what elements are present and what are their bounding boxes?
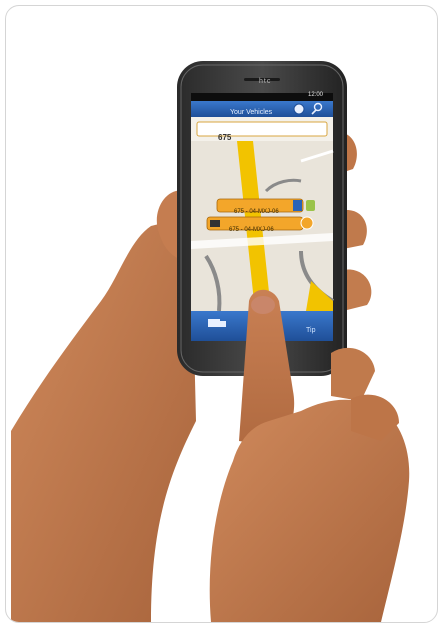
- tab-tip[interactable]: Tip: [306, 327, 315, 334]
- search-field: [196, 121, 328, 137]
- right-knuckle-1: [331, 347, 375, 401]
- left-arm: [11, 216, 196, 622]
- map-pin-label-1[interactable]: 675 - 04-MXJ-06: [234, 209, 279, 215]
- status-time: 12:00: [308, 92, 324, 98]
- app-title: Your Vehicles: [230, 109, 273, 116]
- search-input[interactable]: 675: [218, 133, 231, 142]
- map-pin-label-2[interactable]: 675 - 04-MXJ-06: [229, 227, 274, 233]
- hands-holding-phone-photo: [11, 61, 410, 622]
- photo-card: htc 12:00 Your Vehicles 675 675 - 04-MXJ…: [5, 5, 438, 623]
- phone-brand-logo: htc: [259, 78, 272, 85]
